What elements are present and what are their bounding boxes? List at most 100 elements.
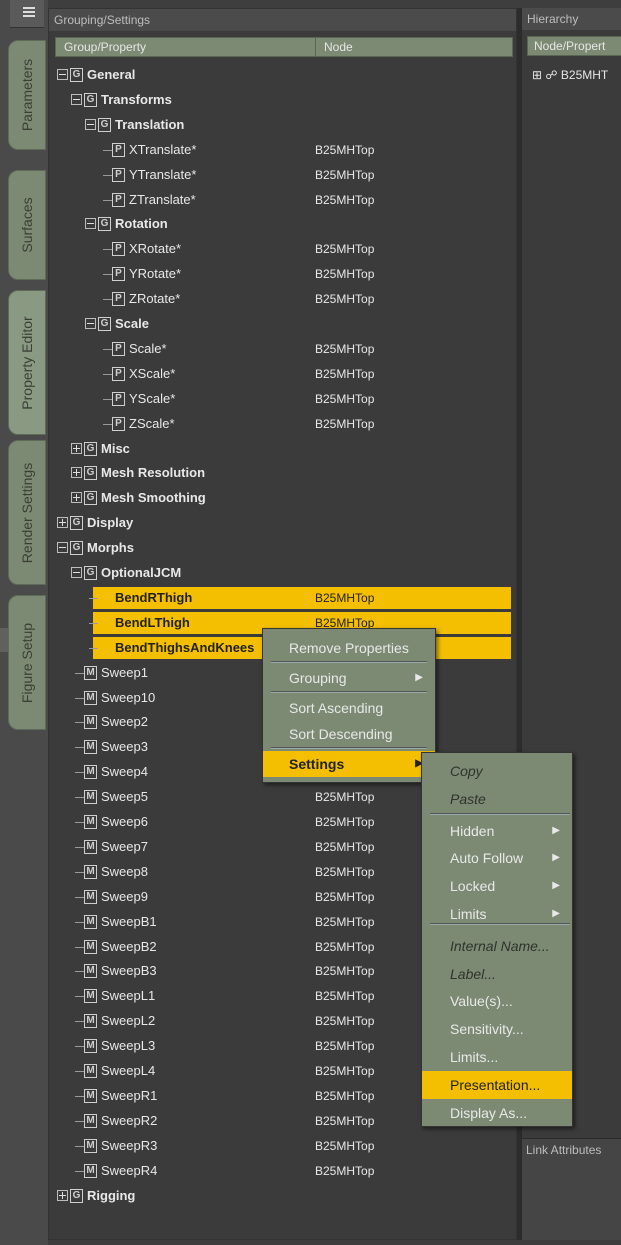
tree-label: Display (87, 515, 134, 530)
menu-separator (271, 691, 427, 693)
tab-parameters[interactable]: Parameters (8, 40, 46, 150)
submenu-item-label: Paste (450, 791, 486, 807)
property-icon: P (112, 193, 125, 207)
tree-row[interactable]: G General (49, 64, 517, 86)
collapse-icon[interactable] (57, 542, 68, 553)
tree-row[interactable]: M SweepR4 B25MHTop (49, 1160, 517, 1182)
submenu-item-sensitivity[interactable]: Sensitivity... (422, 1015, 572, 1043)
tree-row[interactable]: P YScale* B25MHTop (49, 388, 517, 410)
tree-label: SweepB1 (101, 914, 157, 929)
figure-icon: ☍ (545, 68, 558, 82)
hierarchy-item[interactable]: ⊞ ☍ B25MHT (532, 68, 608, 82)
tree-row[interactable]: G Translation (49, 114, 517, 136)
collapse-icon[interactable] (85, 318, 96, 329)
node-cell: B25MHTop (315, 1089, 375, 1103)
tree-row[interactable]: P YTranslate* B25MHTop (49, 164, 517, 186)
property-icon: P (112, 292, 125, 306)
tree-row[interactable]: G Misc (49, 438, 517, 460)
group-icon: G (70, 1189, 83, 1203)
submenu-item-label: Presentation... (450, 1077, 541, 1093)
tree-row[interactable]: G Scale (49, 313, 517, 335)
tree-row[interactable]: G OptionalJCM (49, 562, 517, 584)
expand-icon[interactable]: ⊞ (532, 68, 542, 82)
submenu-item-internal-name[interactable]: Internal Name... (422, 932, 572, 960)
tree-row[interactable]: P XTranslate* B25MHTop (49, 139, 517, 161)
tree-row[interactable]: P YRotate* B25MHTop (49, 263, 517, 285)
submenu-item-display-as[interactable]: Display As... (422, 1099, 572, 1127)
menu-item-grouping[interactable]: Grouping ▶ (263, 665, 435, 691)
tree-row[interactable]: P Scale* B25MHTop (49, 338, 517, 360)
expand-icon[interactable] (57, 517, 68, 528)
tree-row[interactable]: G Morphs (49, 537, 517, 559)
tree-row[interactable]: M SweepR3 B25MHTop (49, 1135, 517, 1157)
morph-icon: M (84, 691, 97, 705)
node-cell: B25MHTop (315, 168, 375, 182)
submenu-item-presentation[interactable]: Presentation... (422, 1071, 572, 1099)
submenu-item-value-s[interactable]: Value(s)... (422, 987, 572, 1015)
group-icon: G (84, 93, 97, 107)
submenu-item-label: Limits... (450, 1049, 499, 1065)
menu-item-sort-ascending[interactable]: Sort Ascending (263, 695, 435, 721)
menu-item-remove-properties[interactable]: Remove Properties (263, 635, 435, 661)
tree-label: Scale* (129, 341, 167, 356)
tree-row[interactable]: P XScale* B25MHTop (49, 363, 517, 385)
morph-icon: M (84, 715, 97, 729)
menu-item-settings[interactable]: Settings ▶ (263, 751, 435, 777)
submenu-item-label[interactable]: Label... (422, 960, 572, 988)
column-node[interactable]: Node (316, 38, 353, 56)
morph-icon: M (84, 815, 97, 829)
panel-menu-icon[interactable] (10, 0, 44, 28)
tree-label: Sweep2 (101, 714, 148, 729)
tree-label: Rigging (87, 1188, 136, 1203)
tree-row[interactable]: G Transforms (49, 89, 517, 111)
tree-row[interactable]: P XRotate* B25MHTop (49, 238, 517, 260)
tree-label: SweepL4 (101, 1063, 156, 1078)
group-icon: G (70, 516, 83, 530)
group-icon: G (84, 566, 97, 580)
collapse-icon[interactable] (85, 218, 96, 229)
expand-icon[interactable] (71, 492, 82, 503)
tree-row[interactable]: G Mesh Smoothing (49, 487, 517, 509)
tree-label: SweepR3 (101, 1138, 158, 1153)
expand-icon[interactable] (57, 1190, 68, 1201)
submenu-item-limits[interactable]: Limits... (422, 1043, 572, 1071)
tree-row[interactable]: M BendRThigh B25MHTop (89, 587, 511, 609)
submenu-item-paste[interactable]: Paste (422, 785, 572, 813)
tab-property-editor[interactable]: Property Editor (8, 290, 46, 435)
tab-figure-setup[interactable]: Figure Setup (8, 595, 46, 730)
node-cell: B25MHTop (315, 1039, 375, 1053)
submenu-item-auto-follow[interactable]: Auto Follow ▶ (422, 844, 572, 872)
expand-icon[interactable] (71, 467, 82, 478)
submenu-item-locked[interactable]: Locked ▶ (422, 872, 572, 900)
tree-row[interactable]: P ZRotate* B25MHTop (49, 288, 517, 310)
menu-item-sort-descending[interactable]: Sort Descending (263, 721, 435, 747)
tree-row[interactable]: P ZScale* B25MHTop (49, 413, 517, 435)
node-cell: B25MHTop (315, 242, 375, 256)
tree-row[interactable]: G Display (49, 512, 517, 534)
tree-label: SweepR4 (101, 1163, 158, 1178)
tab-render-settings[interactable]: Render Settings (8, 440, 46, 585)
submenu-arrow-icon: ▶ (552, 880, 560, 891)
tree-row[interactable]: G Mesh Resolution (49, 462, 517, 484)
tree-label: BendRThigh (115, 590, 193, 605)
submenu-item-hidden[interactable]: Hidden ▶ (422, 817, 572, 845)
tree-label: OptionalJCM (101, 565, 182, 580)
property-icon: P (112, 342, 125, 356)
collapse-icon[interactable] (57, 69, 68, 80)
tree-row[interactable]: P ZTranslate* B25MHTop (49, 189, 517, 211)
settings-submenu: Copy Paste Hidden ▶ Auto Follow ▶ Locked ▶ Limit… (421, 752, 573, 1127)
collapse-icon[interactable] (71, 567, 82, 578)
tree-label: Translation (115, 117, 185, 132)
tab-label: Render Settings (19, 462, 35, 563)
collapse-icon[interactable] (85, 119, 96, 130)
submenu-item-label: Limits (450, 906, 487, 922)
submenu-item-copy[interactable]: Copy (422, 757, 572, 785)
submenu-item-label: Auto Follow (450, 850, 524, 866)
column-group-property[interactable]: Group/Property (56, 38, 316, 56)
hierarchy-column-header[interactable]: Node/Propert (527, 36, 621, 56)
tree-row[interactable]: G Rigging (49, 1185, 517, 1207)
tree-row[interactable]: G Rotation (49, 213, 517, 235)
expand-icon[interactable] (71, 443, 82, 454)
collapse-icon[interactable] (71, 94, 82, 105)
tab-surfaces[interactable]: Surfaces (8, 170, 46, 280)
